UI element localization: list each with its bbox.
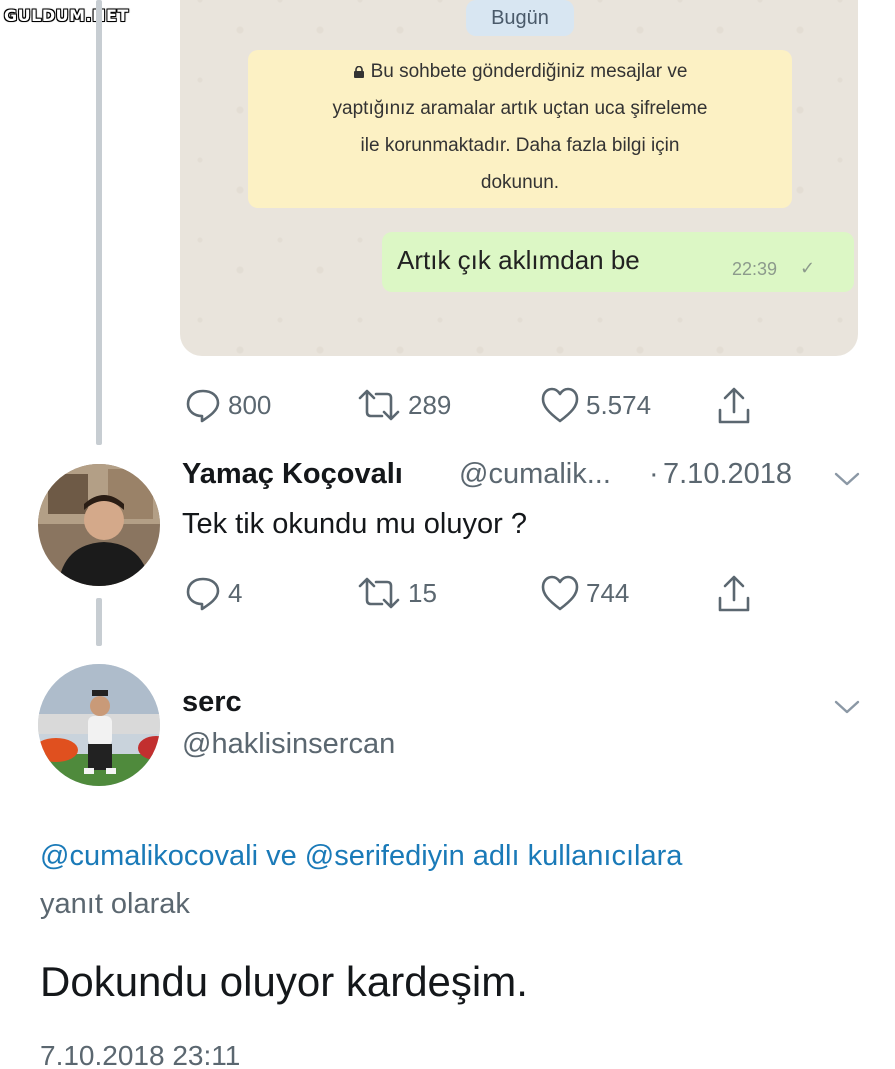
encryption-notice[interactable]: Bu sohbete gönderdiğiniz mesajlar ve yap… — [248, 50, 792, 208]
share-icon — [718, 387, 750, 424]
avatar-serc[interactable] — [38, 664, 160, 786]
tweet1-actions: 800 289 5.574 — [0, 386, 895, 426]
retweet-icon — [358, 577, 400, 609]
retweet-icon — [358, 389, 400, 421]
profile-photo — [38, 464, 160, 586]
reply-count: 800 — [228, 389, 272, 420]
tweet-text: Tek tik okundu mu oluyor ? — [182, 508, 527, 540]
reply-button[interactable]: 4 — [184, 574, 242, 612]
sent-check-icon: ✓ — [800, 258, 816, 278]
share-button[interactable] — [714, 386, 754, 426]
message-text: Artık çık aklımdan be — [397, 245, 640, 275]
chat-screenshot: Bugün Bu sohbete gönderdiğiniz mesajlar … — [180, 0, 858, 356]
retweet-count: 15 — [408, 577, 437, 608]
author-name[interactable]: serc — [182, 686, 242, 719]
like-button[interactable]: 5.574 — [540, 386, 651, 424]
heart-icon — [541, 575, 579, 611]
thread-line-top — [96, 0, 102, 445]
chevron-down-icon[interactable] — [834, 698, 860, 716]
like-button[interactable]: 744 — [540, 574, 629, 612]
share-button[interactable] — [714, 574, 754, 614]
notice-line-2: yaptığınız aramalar artık uçtan uca şifr… — [332, 98, 708, 119]
like-count: 5.574 — [586, 389, 652, 420]
tweet-date[interactable]: 7.10.2018 — [663, 458, 792, 491]
avatar-yamac[interactable] — [38, 464, 160, 586]
reply-icon — [186, 577, 220, 611]
retweet-button[interactable]: 289 — [356, 386, 451, 424]
profile-photo — [38, 664, 160, 786]
date-chip: Bugün — [466, 0, 574, 36]
notice-line-1: Bu sohbete gönderdiğiniz mesajlar ve — [248, 53, 792, 90]
author-name[interactable]: Yamaç Koçovalı — [182, 458, 403, 491]
like-count: 744 — [586, 577, 630, 608]
watermark: GULDUM.NET — [4, 6, 129, 25]
share-icon — [718, 575, 750, 612]
tweet-text: Dokundu oluyor kardeşim. — [40, 958, 528, 1005]
tweet-timestamp[interactable]: 7.10.2018 23:11 — [40, 1040, 240, 1069]
message-time: 22:39 — [732, 259, 778, 279]
reply-to-mentions[interactable]: @cumalikocovali ve @serifediyin adlı kul… — [40, 840, 682, 873]
retweet-count: 289 — [408, 389, 452, 420]
reply-to-suffix: yanıt olarak — [40, 888, 190, 920]
reply-count: 4 — [228, 577, 243, 608]
heart-icon — [541, 387, 579, 423]
lock-icon — [353, 66, 364, 78]
outgoing-message-bubble[interactable]: Artık çık aklımdan be 22:39 ✓ — [382, 232, 854, 292]
author-handle[interactable]: @cumalik... — [459, 458, 611, 491]
retweet-button[interactable]: 15 — [356, 574, 437, 612]
notice-line-4: dokunun. — [480, 172, 560, 193]
reply-icon — [186, 389, 220, 423]
reply-button[interactable]: 800 — [184, 386, 271, 424]
chevron-down-icon[interactable] — [834, 470, 860, 488]
dot-separator: · — [649, 458, 659, 490]
tweet2-actions: 4 15 744 — [0, 574, 895, 614]
notice-line-3: ile korunmaktadır. Daha fazla bilgi için — [360, 135, 680, 156]
author-handle[interactable]: @haklisinsercan — [182, 728, 395, 761]
